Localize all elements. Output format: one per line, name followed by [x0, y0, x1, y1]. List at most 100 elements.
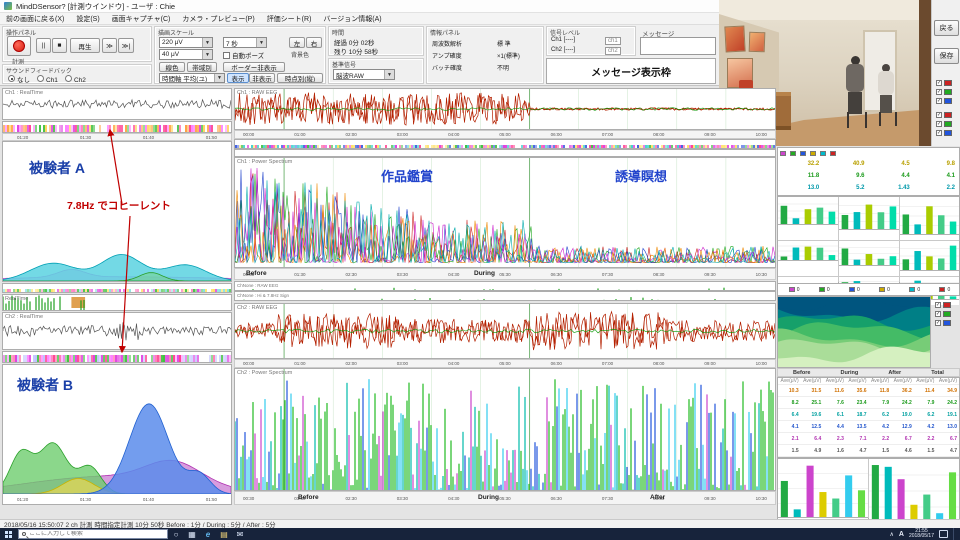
bar-chart — [839, 197, 899, 240]
legend-zero: 0 — [817, 287, 830, 293]
tick-label: 04:00 — [448, 361, 460, 366]
show-desktop-button[interactable] — [953, 528, 956, 540]
legend-item-1[interactable]: ✓ — [936, 87, 952, 96]
chevron-down-icon: ▼ — [256, 38, 266, 47]
tick-label: 04:30 — [448, 495, 460, 501]
hide-button[interactable]: 非表示 — [249, 73, 275, 83]
left-time-axis: 01:20 01:30 01:40 01:50 — [2, 133, 232, 141]
legend-item-2[interactable]: ✓ — [936, 128, 952, 137]
menu-item-0[interactable]: 前の画面に戻る(X) — [0, 13, 70, 25]
phase-group-headers: Before During After Total — [777, 368, 960, 377]
legend-zero: 0 — [787, 287, 799, 293]
legend-item-1[interactable]: ✓ — [936, 119, 952, 128]
bar-chart — [839, 241, 899, 276]
tick-label: 05:00 — [499, 132, 511, 137]
sound-option-なし[interactable]: なし — [8, 74, 30, 84]
timepoint-label: 時点別(縦) — [284, 76, 316, 83]
legend-checkbox[interactable]: ✓ — [935, 310, 941, 317]
bar-chart — [900, 241, 959, 276]
tick-label: 05:30 — [499, 495, 511, 501]
ch1-spectrogram — [3, 122, 231, 132]
border-hide-button[interactable]: ボーダー非表示 — [223, 62, 285, 72]
vscale2-dropdown[interactable]: 40 μV ▼ — [159, 49, 213, 60]
legend-item-0[interactable]: ✓ — [936, 110, 952, 119]
legend-item-2[interactable]: ✓ — [935, 318, 951, 327]
reference-signal-dropdown[interactable]: 脳波RAW ▼ — [333, 69, 395, 80]
center-spectrogram-2-chart — [235, 150, 775, 156]
hscale-dropdown[interactable]: 7 秒 ▼ — [223, 37, 267, 48]
time-average-dropdown[interactable]: 時間軸 平均(ユ) ▼ — [159, 73, 225, 83]
legend-checkbox[interactable]: ✓ — [936, 111, 942, 118]
skip-end-button[interactable]: ≫| — [118, 38, 134, 53]
legend-checkbox[interactable]: ✓ — [936, 88, 942, 95]
record-button[interactable] — [7, 36, 31, 56]
cortana-icon[interactable]: ○ — [168, 528, 184, 540]
menu-item-1[interactable]: 設定(S) — [70, 13, 105, 25]
autopause-checkbox[interactable]: 自動ポーズ — [223, 50, 264, 60]
edge-icon[interactable]: e — [200, 528, 216, 540]
legend-checkbox[interactable]: ✓ — [936, 97, 942, 104]
legend-checkbox[interactable]: ✓ — [935, 319, 941, 326]
tick-label: 05:00 — [499, 361, 511, 366]
tick-label: 06:00 — [550, 132, 562, 137]
zero-value: 0 — [947, 286, 951, 293]
legend-item-0[interactable]: ✓ — [936, 78, 952, 87]
table-cell: 13.5 — [856, 423, 867, 430]
legend-color-swatch — [944, 129, 952, 136]
vscale2-value: 40 μV — [162, 51, 180, 58]
legend-item-1[interactable]: ✓ — [935, 309, 951, 318]
mini-table-cell: 4.1 — [946, 173, 955, 179]
legend-item-0[interactable]: ✓ — [935, 300, 951, 309]
taskbar-search[interactable] — [18, 529, 168, 539]
ime-indicator[interactable]: A — [899, 531, 904, 538]
task-view-icon[interactable]: ▦ — [184, 528, 200, 540]
menu-item-3[interactable]: カメラ・プレビュー(P) — [176, 13, 260, 25]
fast-forward-button[interactable]: ≫ — [102, 38, 117, 53]
band-button[interactable]: 帯域別 — [187, 62, 217, 72]
menu-item-2[interactable]: 画面キャプチャ(C) — [106, 13, 177, 25]
legend-checkbox[interactable]: ✓ — [936, 79, 942, 86]
legend-zero: 0 — [847, 287, 860, 293]
table-cell: 11.6 — [834, 387, 844, 394]
bg-color-right-button[interactable]: 右 — [306, 37, 322, 48]
info-panel-group: 情報パネル 周波数解析 標 準 アンプ確度 ×1(標準) バッチ確度 不明 — [426, 26, 544, 84]
back-button[interactable]: 戻る — [934, 20, 959, 36]
table-cell: 7.9 — [882, 399, 890, 406]
legend-item-2[interactable]: ✓ — [936, 96, 952, 105]
show-button[interactable]: 表示 — [227, 73, 249, 83]
tray-expand-icon[interactable]: ∧ — [890, 531, 894, 538]
signal-ch2: Ch2 [----] — [551, 47, 575, 53]
table-row: 4.1 12.5 4.4 13.5 4.2 12.9 4.2 13.0 — [778, 421, 959, 433]
search-input[interactable] — [29, 531, 159, 537]
bg-color-label: 背景色 — [291, 53, 310, 59]
start-button[interactable] — [0, 528, 16, 540]
vscale1-dropdown[interactable]: 220 μV ▼ — [159, 37, 213, 48]
pause-button[interactable]: || — [36, 38, 51, 53]
timepoint-button[interactable]: 時点別(縦) — [277, 73, 323, 83]
message-box — [640, 37, 716, 55]
table-cell: 19.0 — [902, 411, 912, 418]
file-explorer-icon[interactable]: ▤ — [216, 528, 232, 540]
mail-icon[interactable]: ✉ — [232, 528, 248, 540]
windows-logo-icon — [4, 530, 12, 538]
chevron-down-icon: ▼ — [214, 74, 224, 82]
play-button[interactable]: 再生 — [70, 38, 100, 53]
tick-label: 01:00 — [294, 132, 306, 137]
action-center-icon[interactable] — [939, 530, 948, 538]
info-row-key: バッチ確度 — [432, 66, 463, 72]
sound-option-Ch2[interactable]: Ch2 — [64, 74, 86, 84]
legend-checkbox[interactable]: ✓ — [935, 301, 941, 308]
save-button[interactable]: 保存 — [934, 48, 959, 64]
vscale1-value: 220 μV — [162, 39, 183, 46]
legend-color-swatch — [943, 310, 951, 317]
info-row-value: 標 準 — [497, 42, 511, 48]
stop-button[interactable]: ■ — [52, 38, 67, 53]
menu-item-4[interactable]: 評価シート(R) — [261, 13, 318, 25]
legend-checkbox[interactable]: ✓ — [936, 129, 942, 136]
legend-checkbox[interactable]: ✓ — [936, 120, 942, 127]
line-color-button[interactable]: 線色 — [159, 62, 185, 72]
sound-option-Ch1[interactable]: Ch1 — [37, 74, 58, 84]
menu-item-5[interactable]: バージョン情報(A) — [317, 13, 387, 25]
taskbar-clock[interactable]: 21:55 2018/05/17 — [909, 529, 934, 539]
bg-color-left-button[interactable]: 左 — [289, 37, 305, 48]
